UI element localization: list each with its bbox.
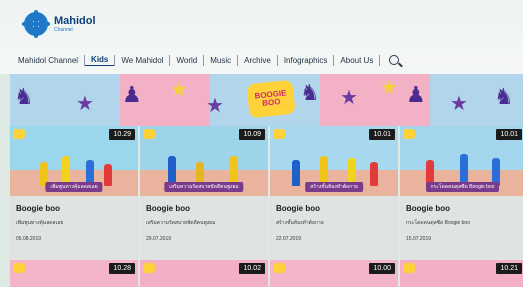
boogie-boo-mini-logo: [403, 129, 415, 139]
thumbnail-caption: กระโดดคนตุลซีด Boogie boo: [425, 182, 500, 192]
star-icon: ★: [170, 79, 188, 101]
video-duration-badge: 10.09: [239, 129, 265, 140]
video-title[interactable]: Boogie boo: [16, 204, 132, 213]
dancer-silhouette-icon: ♞: [300, 80, 320, 105]
video-description: เพิ่มพูนทางคุ้มลดสเลย: [16, 220, 64, 226]
nav-item-we-mahidol[interactable]: We Mahidol: [115, 56, 169, 65]
nav-item-infographics[interactable]: Infographics: [278, 56, 334, 65]
video-card[interactable]: 10.21: [400, 260, 523, 287]
boogie-boo-mini-logo: [13, 263, 25, 273]
nav-item-kids[interactable]: Kids: [85, 55, 115, 66]
dancer-silhouette-icon: ♞: [14, 84, 34, 109]
video-duration-badge: 10.28: [109, 263, 135, 274]
star-icon: ★: [76, 93, 94, 115]
star-icon: ★: [206, 95, 224, 117]
video-thumbnail[interactable]: เสริมความรัดสบายชัดดีตนพูงยม 10.09: [140, 126, 268, 196]
video-thumbnail[interactable]: 10.00: [270, 260, 398, 287]
video-title[interactable]: Boogie boo: [406, 204, 519, 213]
video-duration-badge: 10.21: [496, 263, 522, 274]
dancer-silhouette-icon: ♞: [494, 84, 514, 109]
dancer-silhouette-icon: ♟: [122, 82, 142, 107]
thumbnail-caption: เสริมความรัดสบายชัดดีตนพูงยม: [164, 182, 244, 192]
video-thumbnail[interactable]: 10.21: [400, 260, 523, 287]
main-nav: Mahidol Channel Kids We Mahidol World Mu…: [12, 52, 400, 68]
video-thumbnail[interactable]: กระโดดคนตุลซีด Boogie boo 10.01: [400, 126, 523, 196]
boogie-boo-mini-logo: [13, 129, 25, 139]
site-header: Mahidol Channel Mahidol Channel Kids We …: [0, 0, 523, 74]
thumbnail-caption: สร้างชั้นท้องทำต้อกาย: [305, 182, 363, 192]
thumbnail-caption: เพิ่มพูนทางคุ้มลดสเลย: [45, 182, 103, 192]
nav-item-mahidol-channel[interactable]: Mahidol Channel: [12, 56, 84, 65]
video-duration-badge: 10.01: [369, 129, 395, 140]
mahidol-logo-icon: [22, 12, 50, 36]
video-duration-badge: 10.29: [109, 129, 135, 140]
video-date: 15.07.2019: [406, 236, 432, 242]
star-icon: ★: [450, 93, 468, 115]
performer-figure: [292, 160, 300, 186]
video-thumbnail[interactable]: 10.28: [10, 260, 138, 287]
video-date: 05.08.2019: [16, 236, 42, 242]
nav-item-music[interactable]: Music: [204, 56, 237, 65]
video-thumbnail[interactable]: เพิ่มพูนทางคุ้มลดสเลย 10.29: [10, 126, 138, 196]
performer-figure: [370, 162, 378, 186]
video-thumbnail[interactable]: สร้างชั้นท้องทำต้อกาย 10.01: [270, 126, 398, 196]
video-card[interactable]: 10.28: [10, 260, 138, 287]
video-title[interactable]: Boogie boo: [146, 204, 262, 213]
video-date: 29.07.2019: [146, 236, 172, 242]
video-card[interactable]: 10.00: [270, 260, 398, 287]
video-card-body: Boogie boo กระโดดคนตุลซีด Boogie boo 15.…: [400, 196, 523, 260]
video-card-body: Boogie boo เพิ่มพูนทางคุ้มลดสเลย 05.08.2…: [10, 196, 138, 260]
video-card-body: Boogie boo เสริมความรัดสบายชัดดีตนพูงยม …: [140, 196, 268, 260]
video-row: 10.28 10.02 10.00 10.21: [10, 260, 523, 287]
video-card[interactable]: กระโดดคนตุลซีด Boogie boo 10.01 Boogie b…: [400, 126, 523, 260]
video-date: 22.07.2019: [276, 236, 302, 242]
video-duration-badge: 10.02: [239, 263, 265, 274]
boogie-boo-mini-logo: [143, 263, 155, 273]
logo-text: Mahidol Channel: [54, 14, 96, 33]
star-icon: ★: [380, 77, 398, 99]
mahidol-logo[interactable]: Mahidol Channel: [22, 12, 96, 36]
video-description: กระโดดคนตุลซีด Boogie boo: [406, 220, 470, 226]
boogie-boo-mini-logo: [143, 129, 155, 139]
banner-logo-line2: BOO: [261, 97, 281, 108]
boogie-boo-banner: ♞ ★ ♟ ★ ★ ♞ ★ ★ ♟ ★ ♞ BOOGIE BOO: [10, 74, 523, 126]
boogie-boo-mini-logo: [273, 263, 285, 273]
video-card[interactable]: เพิ่มพูนทางคุ้มลดสเลย 10.29 Boogie boo เ…: [10, 126, 138, 260]
boogie-boo-logo: BOOGIE BOO: [246, 79, 296, 119]
logo-name: Mahidol: [54, 14, 96, 27]
video-thumbnail[interactable]: 10.02: [140, 260, 268, 287]
logo-subtitle: Channel: [54, 26, 73, 33]
video-card-body: Boogie boo สร้างชั้นท้องทำต้อกาย 22.07.2…: [270, 196, 398, 260]
nav-item-archive[interactable]: Archive: [238, 56, 277, 65]
video-row: เพิ่มพูนทางคุ้มลดสเลย 10.29 Boogie boo เ…: [10, 126, 523, 260]
search-icon[interactable]: [389, 55, 400, 65]
nav-item-world[interactable]: World: [170, 56, 203, 65]
boogie-boo-mini-logo: [273, 129, 285, 139]
performer-figure: [104, 164, 112, 186]
video-description: สร้างชั้นท้องทำต้อกาย: [276, 220, 324, 226]
nav-divider: [379, 54, 381, 66]
boogie-boo-mini-logo: [403, 263, 415, 273]
video-description: เสริมความรัดสบายชัดดีตนพูงยม: [146, 220, 216, 226]
video-card[interactable]: เสริมความรัดสบายชัดดีตนพูงยม 10.09 Boogi…: [140, 126, 268, 260]
video-duration-badge: 10.00: [369, 263, 395, 274]
video-title[interactable]: Boogie boo: [276, 204, 392, 213]
video-card[interactable]: 10.02: [140, 260, 268, 287]
video-duration-badge: 10.01: [496, 129, 522, 140]
star-icon: ★: [340, 87, 358, 109]
video-card[interactable]: สร้างชั้นท้องทำต้อกาย 10.01 Boogie boo ส…: [270, 126, 398, 260]
video-grid: เพิ่มพูนทางคุ้มลดสเลย 10.29 Boogie boo เ…: [10, 126, 523, 287]
nav-item-about-us[interactable]: About Us: [334, 56, 379, 65]
dancer-silhouette-icon: ♟: [406, 82, 426, 107]
